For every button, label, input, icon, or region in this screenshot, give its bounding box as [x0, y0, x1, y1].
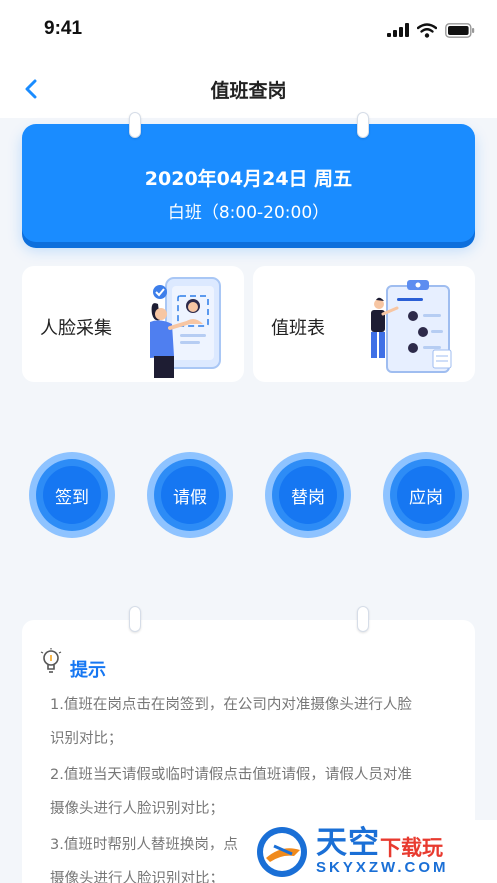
face-capture-illustration — [150, 277, 221, 378]
shift-substitute-button[interactable]: 替岗 — [265, 452, 351, 538]
wifi-icon — [417, 22, 437, 38]
sign-in-label: 签到 — [43, 466, 101, 524]
watermark-url: SKYXZW.COM — [316, 858, 449, 876]
binder-ring-right-lower — [357, 606, 369, 632]
tips-title: 提示 — [70, 660, 106, 681]
face-capture-label: 人脸采集 — [40, 318, 112, 339]
battery-icon — [445, 22, 475, 38]
sign-in-button[interactable]: 签到 — [29, 452, 115, 538]
status-icons — [387, 22, 475, 38]
duty-roster-illustration — [371, 280, 452, 373]
duty-roster-label: 值班表 — [271, 318, 325, 339]
tip-line: 2.值班当天请假或临时请假点击值班请假，请假人员对准 — [50, 767, 412, 783]
status-time: 9:41 — [44, 18, 83, 39]
binder-ring-left — [129, 112, 141, 138]
lightbulb-icon — [40, 648, 62, 673]
tip-line: 识别对比； — [50, 731, 123, 747]
watermark-sub: 下载玩 — [380, 835, 443, 860]
duty-date-card: 2020年04月24日 周五 白班（8:00-20:00） — [22, 124, 475, 242]
on-duty-button[interactable]: 应岗 — [383, 452, 469, 538]
duty-shift: 白班（8:00-20:00） — [167, 203, 330, 223]
face-capture-card[interactable]: 人脸采集 — [22, 266, 244, 382]
watermark-main: 天空 — [316, 824, 380, 861]
binder-ring-right — [357, 112, 369, 138]
status-bar: 9:41 — [0, 0, 497, 60]
tip-line: 1.值班在岗点击在岗签到，在公司内对准摄像头进行人脸 — [50, 697, 412, 713]
duty-roster-card[interactable]: 值班表 — [253, 266, 475, 382]
shift-substitute-label: 替岗 — [279, 466, 337, 524]
leave-request-label: 请假 — [161, 466, 219, 524]
duty-date: 2020年04月24日 周五 — [144, 168, 353, 190]
cellular-signal-icon — [387, 23, 409, 37]
binder-ring-left-lower — [129, 606, 141, 632]
leave-request-button[interactable]: 请假 — [147, 452, 233, 538]
nav-bar: 值班查岗 — [0, 60, 497, 118]
on-duty-label: 应岗 — [397, 466, 455, 524]
page-title: 值班查岗 — [210, 80, 287, 102]
watermark: 天空 下载玩 SKYXZW.COM — [250, 820, 497, 883]
globe-logo-icon — [257, 826, 307, 877]
